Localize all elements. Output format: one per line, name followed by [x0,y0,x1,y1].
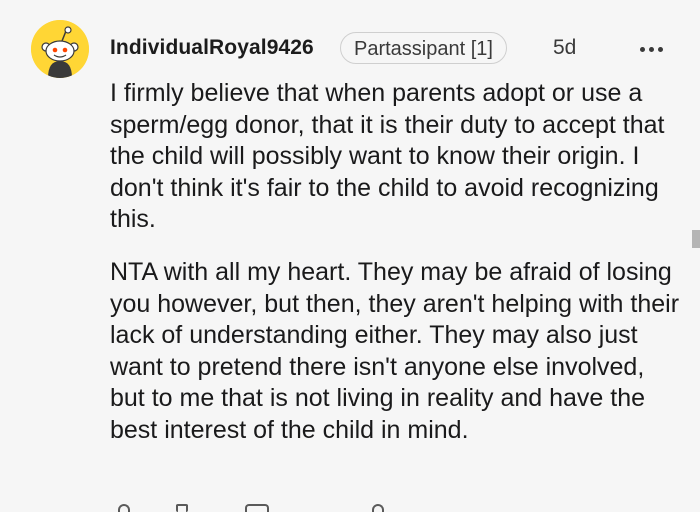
comment-paragraph-2: NTA with all my heart. They may be afrai… [110,258,680,444]
user-flair-badge: Partassipant [1] [340,32,507,64]
comment-paragraph-1: I firmly believe that when parents adopt… [110,79,665,233]
comment-author[interactable]: IndividualRoyal9426 [110,36,314,60]
snoo-avatar-icon [31,20,89,78]
comment-actions-bar [110,500,410,512]
user-avatar[interactable] [31,20,89,78]
more-options-icon[interactable] [637,34,667,64]
scrollbar-thumb[interactable] [692,230,700,248]
comment-timestamp: 5d [553,36,577,59]
comment-card: IndividualRoyal9426 Partassipant [1] 5d … [0,0,700,512]
